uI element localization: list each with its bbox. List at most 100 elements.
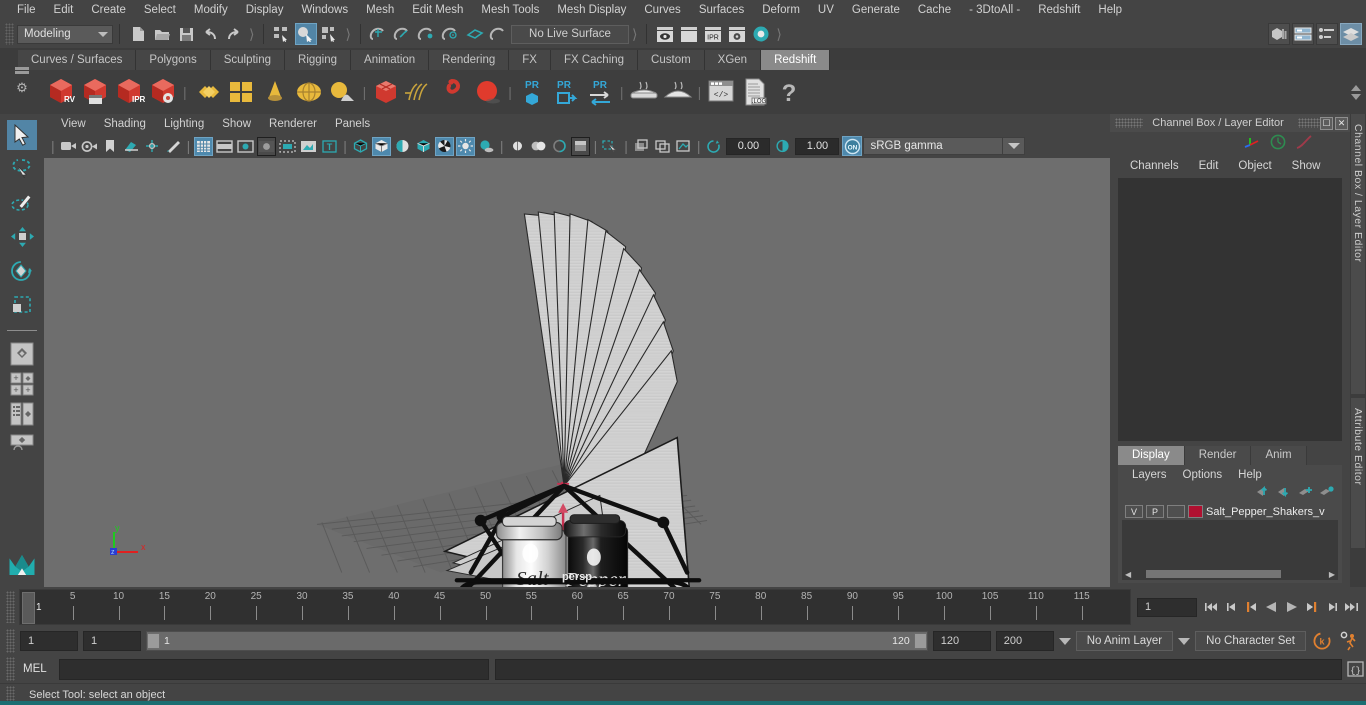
image-plane-icon[interactable]	[122, 137, 141, 156]
ipr-render-icon[interactable]: IPR	[702, 23, 724, 45]
redshift-pr-export-icon[interactable]: PR	[549, 73, 583, 111]
layers-menu[interactable]: Layers	[1124, 469, 1175, 481]
new-layer-from-selection-icon[interactable]	[1319, 485, 1334, 501]
current-frame-field[interactable]: 1	[1137, 597, 1197, 617]
side-tab-attribute-editor[interactable]: Attribute Editor	[1351, 398, 1365, 548]
close-icon[interactable]: ✕	[1335, 116, 1348, 130]
xray-icon[interactable]	[601, 137, 620, 156]
menu-mesh-tools[interactable]: Mesh Tools	[472, 0, 548, 20]
ao-icon[interactable]	[508, 137, 527, 156]
play-backwards-icon[interactable]	[1263, 598, 1280, 616]
viewport-menu-view[interactable]: View	[52, 114, 95, 134]
layer-visibility-toggle[interactable]: V	[1125, 505, 1143, 518]
outliner-persp-layout[interactable]	[7, 401, 37, 427]
shelf-tab-rendering[interactable]: Rendering	[429, 50, 510, 70]
time-slider-grip[interactable]	[6, 591, 15, 623]
scale-tool[interactable]	[7, 290, 37, 320]
redshift-ipr-icon[interactable]: IPR	[112, 73, 146, 111]
menu-modify[interactable]: Modify	[185, 0, 237, 20]
resolution-gate-icon[interactable]	[236, 137, 255, 156]
select-by-component-icon[interactable]	[319, 23, 341, 45]
menu-display[interactable]: Display	[237, 0, 293, 20]
multisample-icon[interactable]	[550, 137, 569, 156]
move-layer-down-icon[interactable]	[1277, 485, 1292, 501]
grease-pencil-icon[interactable]	[164, 137, 183, 156]
help-menu[interactable]: Help	[1230, 469, 1270, 481]
new-layer-icon[interactable]	[1298, 485, 1313, 501]
texture-toggle-icon[interactable]	[674, 137, 693, 156]
menu-uv[interactable]: UV	[809, 0, 843, 20]
step-forward-keyframe-icon[interactable]	[1323, 598, 1340, 616]
channel-box-icon[interactable]	[1340, 23, 1362, 45]
redshift-light-dome-icon[interactable]	[258, 73, 292, 111]
character-set-dropdown-arrow[interactable]	[1178, 637, 1191, 645]
live-surface-field[interactable]: No Live Surface	[510, 24, 629, 44]
shelf-tab-sculpting[interactable]: Sculpting	[210, 50, 286, 70]
shadows-icon[interactable]	[477, 137, 496, 156]
menu-generate[interactable]: Generate	[843, 0, 909, 20]
redshift-pr-transfer-icon[interactable]: PR	[583, 73, 617, 111]
menu-help[interactable]: Help	[1089, 0, 1131, 20]
snap-curve-icon[interactable]	[392, 23, 414, 45]
redshift-proxy-icon[interactable]	[369, 73, 403, 111]
tool-settings-icon[interactable]	[1316, 23, 1338, 45]
select-tool[interactable]	[7, 120, 37, 150]
redshift-rv-icon[interactable]: RV	[44, 73, 78, 111]
layer-row[interactable]: V P Salt_Pepper_Shakers_v	[1122, 503, 1338, 520]
menu-curves[interactable]: Curves	[635, 0, 689, 20]
animation-preferences-icon[interactable]	[1338, 630, 1360, 652]
layer-shading-toggle[interactable]	[1167, 505, 1185, 518]
gamma-value[interactable]: 1.00	[795, 137, 840, 155]
shelf-scroll-down-icon[interactable]	[1351, 93, 1361, 100]
layer-list-horizontal-scrollbar[interactable]: ◀ ▶	[1122, 568, 1338, 580]
gate-mask-icon[interactable]	[257, 136, 277, 156]
flat-shading-icon[interactable]	[393, 137, 412, 156]
redshift-script-icon[interactable]: </>	[704, 73, 738, 111]
character-set-field[interactable]: No Character Set	[1195, 631, 1306, 651]
menu-cache[interactable]: Cache	[909, 0, 960, 20]
redshift-light-area-icon[interactable]	[326, 73, 360, 111]
command-line-grip[interactable]	[6, 657, 15, 681]
color-management-toggle-icon[interactable]: ON	[842, 136, 863, 156]
select-by-object-icon[interactable]	[295, 23, 318, 45]
animation-end-time-field[interactable]: 200	[995, 631, 1054, 651]
persp-viewport[interactable]: Salt Pepper y x z persp	[44, 158, 1110, 587]
menu-select[interactable]: Select	[135, 0, 185, 20]
menu-set-selector[interactable]: Modeling	[17, 24, 113, 44]
make-live-icon[interactable]	[488, 23, 510, 45]
isolate-select-icon[interactable]	[570, 136, 590, 156]
render-view-icon[interactable]	[654, 23, 676, 45]
snap-projected-center-icon[interactable]	[440, 23, 462, 45]
scroll-right-icon[interactable]: ▶	[1326, 570, 1338, 579]
render-settings-icon[interactable]	[726, 23, 748, 45]
redshift-sphere-icon[interactable]	[471, 73, 505, 111]
layer-color-swatch[interactable]	[1188, 505, 1203, 518]
go-to-end-icon[interactable]	[1343, 598, 1360, 616]
layer-name[interactable]: Salt_Pepper_Shakers_v	[1206, 506, 1325, 518]
object-menu[interactable]: Object	[1228, 160, 1281, 172]
range-start-handle[interactable]	[147, 633, 160, 649]
shelf-scroll-arrows[interactable]	[1348, 70, 1364, 114]
axis-gizmo-icon[interactable]	[1244, 135, 1260, 152]
paint-select-tool[interactable]	[7, 188, 37, 218]
channel-box-attribute-list[interactable]	[1118, 178, 1342, 441]
shelf-options-gear-icon[interactable]: ⚙	[16, 80, 28, 96]
snap-view-plane-icon[interactable]	[464, 23, 486, 45]
rotate-tool[interactable]	[7, 256, 37, 286]
tab-display[interactable]: Display	[1118, 446, 1185, 465]
redshift-light-sphere-icon[interactable]	[292, 73, 326, 111]
exposure-icon[interactable]	[704, 137, 723, 156]
redshift-material-icon[interactable]	[190, 73, 224, 111]
shelf-tab-redshift[interactable]: Redshift	[761, 50, 831, 70]
shelf-tab-menu-icon[interactable]	[15, 66, 29, 70]
scroll-left-icon[interactable]: ◀	[1122, 570, 1134, 579]
menu-edit-mesh[interactable]: Edit Mesh	[403, 0, 472, 20]
anim-layer-dropdown-arrow[interactable]	[1058, 637, 1071, 645]
menu-windows[interactable]: Windows	[292, 0, 357, 20]
snap-grid-icon[interactable]	[368, 23, 390, 45]
shelf-scroll-up-icon[interactable]	[1351, 84, 1361, 91]
redo-icon[interactable]	[223, 23, 245, 45]
options-menu[interactable]: Options	[1175, 469, 1231, 481]
show-menu[interactable]: Show	[1282, 160, 1331, 172]
shelf-tab-fx[interactable]: FX	[509, 50, 551, 70]
